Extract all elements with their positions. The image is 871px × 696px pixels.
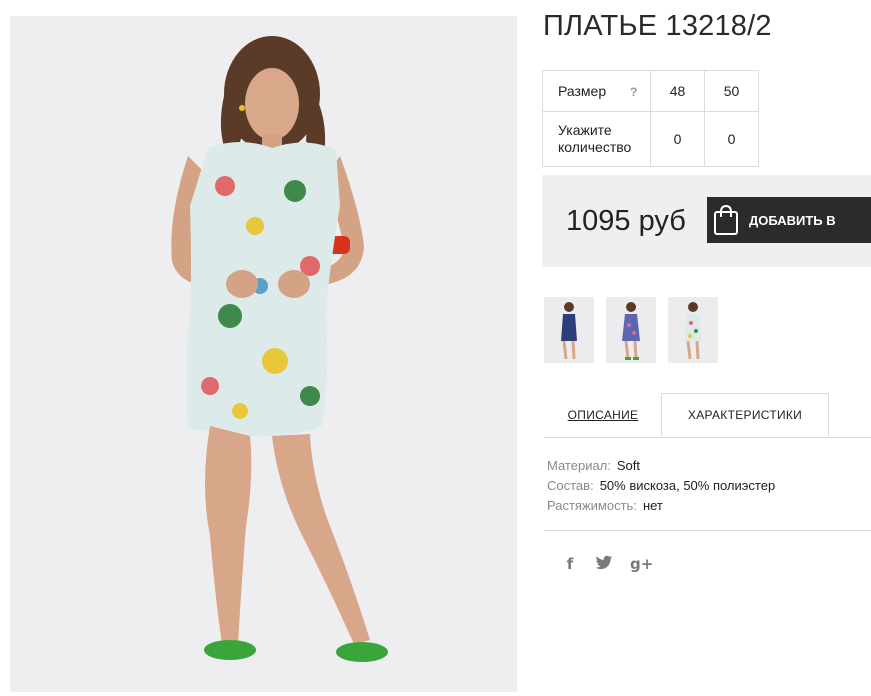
spec-row-stretch: Растяжимость: нет bbox=[547, 496, 775, 516]
spec-key: Состав: bbox=[547, 478, 594, 493]
tab-description[interactable]: ОПИСАНИЕ bbox=[544, 393, 662, 437]
product-main-photo[interactable] bbox=[10, 16, 517, 692]
quantity-label-line2: количество bbox=[558, 139, 632, 155]
twitter-icon[interactable] bbox=[594, 555, 614, 575]
spec-value: 50% вискоза, 50% полиэстер bbox=[599, 478, 776, 493]
specs-list: Материал: Soft Состав: 50% вискоза, 50% по… bbox=[547, 456, 775, 516]
product-title: ПЛАТЬЕ 13218/2 bbox=[543, 10, 772, 42]
quantity-label-cell: Укажите количество bbox=[542, 111, 651, 167]
product-tabs: ОПИСАНИЕ ХАРАКТЕРИСТИКИ bbox=[544, 393, 871, 438]
buy-box: 1095 руб ДОБАВИТЬ В bbox=[542, 175, 871, 267]
blue-print-dress-thumb-image bbox=[622, 302, 640, 360]
tabs-divider bbox=[544, 437, 871, 438]
size-label: Размер bbox=[558, 83, 607, 99]
shopping-bag-icon bbox=[714, 205, 738, 235]
add-to-cart-label: ДОБАВИТЬ В bbox=[749, 212, 836, 228]
size-48: 48 bbox=[650, 70, 705, 112]
spec-value: нет bbox=[642, 498, 663, 513]
floral-dress-thumb-image bbox=[684, 302, 702, 360]
thumbnail-blue-print-dress[interactable] bbox=[606, 297, 656, 363]
quantity-input-48[interactable]: 0 bbox=[650, 111, 705, 167]
spec-key: Растяжимость: bbox=[547, 498, 637, 513]
twitter-bird-icon bbox=[595, 555, 613, 570]
spec-row-material: Материал: Soft bbox=[547, 456, 775, 476]
spec-row-composition: Состав: 50% вискоза, 50% полиэстер bbox=[547, 476, 775, 496]
size-label-cell: Размер ? bbox=[542, 70, 651, 112]
quantity-row: Укажите количество 0 0 bbox=[542, 111, 759, 167]
google-plus-icon[interactable]: g+ bbox=[630, 555, 653, 575]
navy-dress-thumb-image bbox=[561, 302, 577, 360]
spec-key: Материал: bbox=[547, 458, 611, 473]
tab-characteristics[interactable]: ХАРАКТЕРИСТИКИ bbox=[661, 393, 829, 437]
product-price: 1095 руб bbox=[566, 205, 686, 237]
section-divider bbox=[544, 530, 871, 531]
size-50: 50 bbox=[704, 70, 759, 112]
quantity-label-line1: Укажите bbox=[558, 122, 612, 138]
facebook-icon[interactable]: f bbox=[560, 555, 580, 575]
size-quantity-table: Размер ? 48 50 Укажите количество 0 0 bbox=[542, 70, 759, 167]
thumbnail-navy-dress[interactable] bbox=[544, 297, 594, 363]
model-dress-image bbox=[171, 36, 388, 662]
add-to-cart-button[interactable]: ДОБАВИТЬ В bbox=[707, 197, 871, 243]
spec-value: Soft bbox=[616, 458, 641, 473]
size-help-icon[interactable]: ? bbox=[630, 85, 637, 99]
thumbnail-floral-dress[interactable] bbox=[668, 297, 718, 363]
quantity-input-50[interactable]: 0 bbox=[704, 111, 759, 167]
size-row: Размер ? 48 50 bbox=[542, 70, 759, 112]
